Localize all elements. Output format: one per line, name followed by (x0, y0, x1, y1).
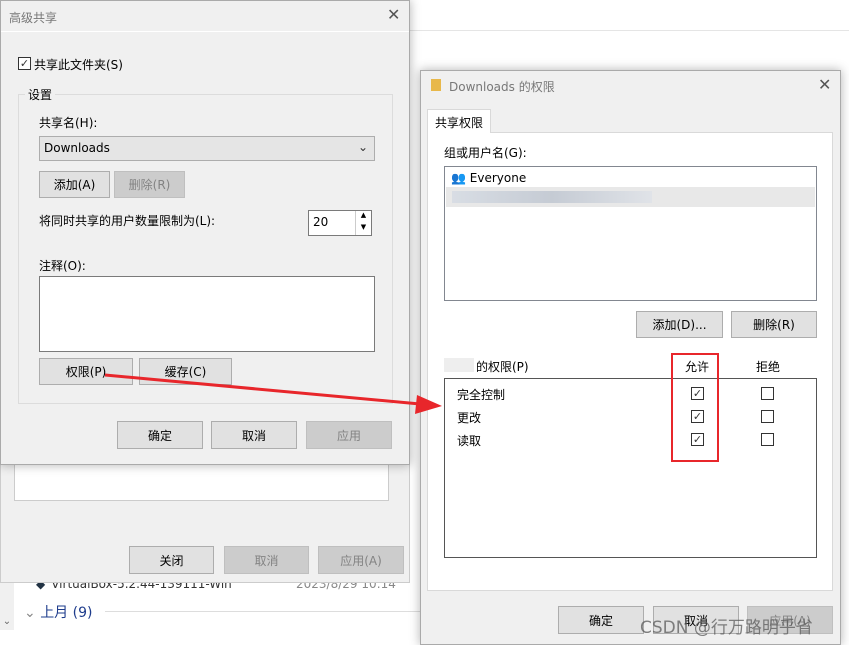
annotation-arrow (104, 373, 442, 414)
watermark: CSDN @行万路明乎省 (640, 618, 813, 638)
